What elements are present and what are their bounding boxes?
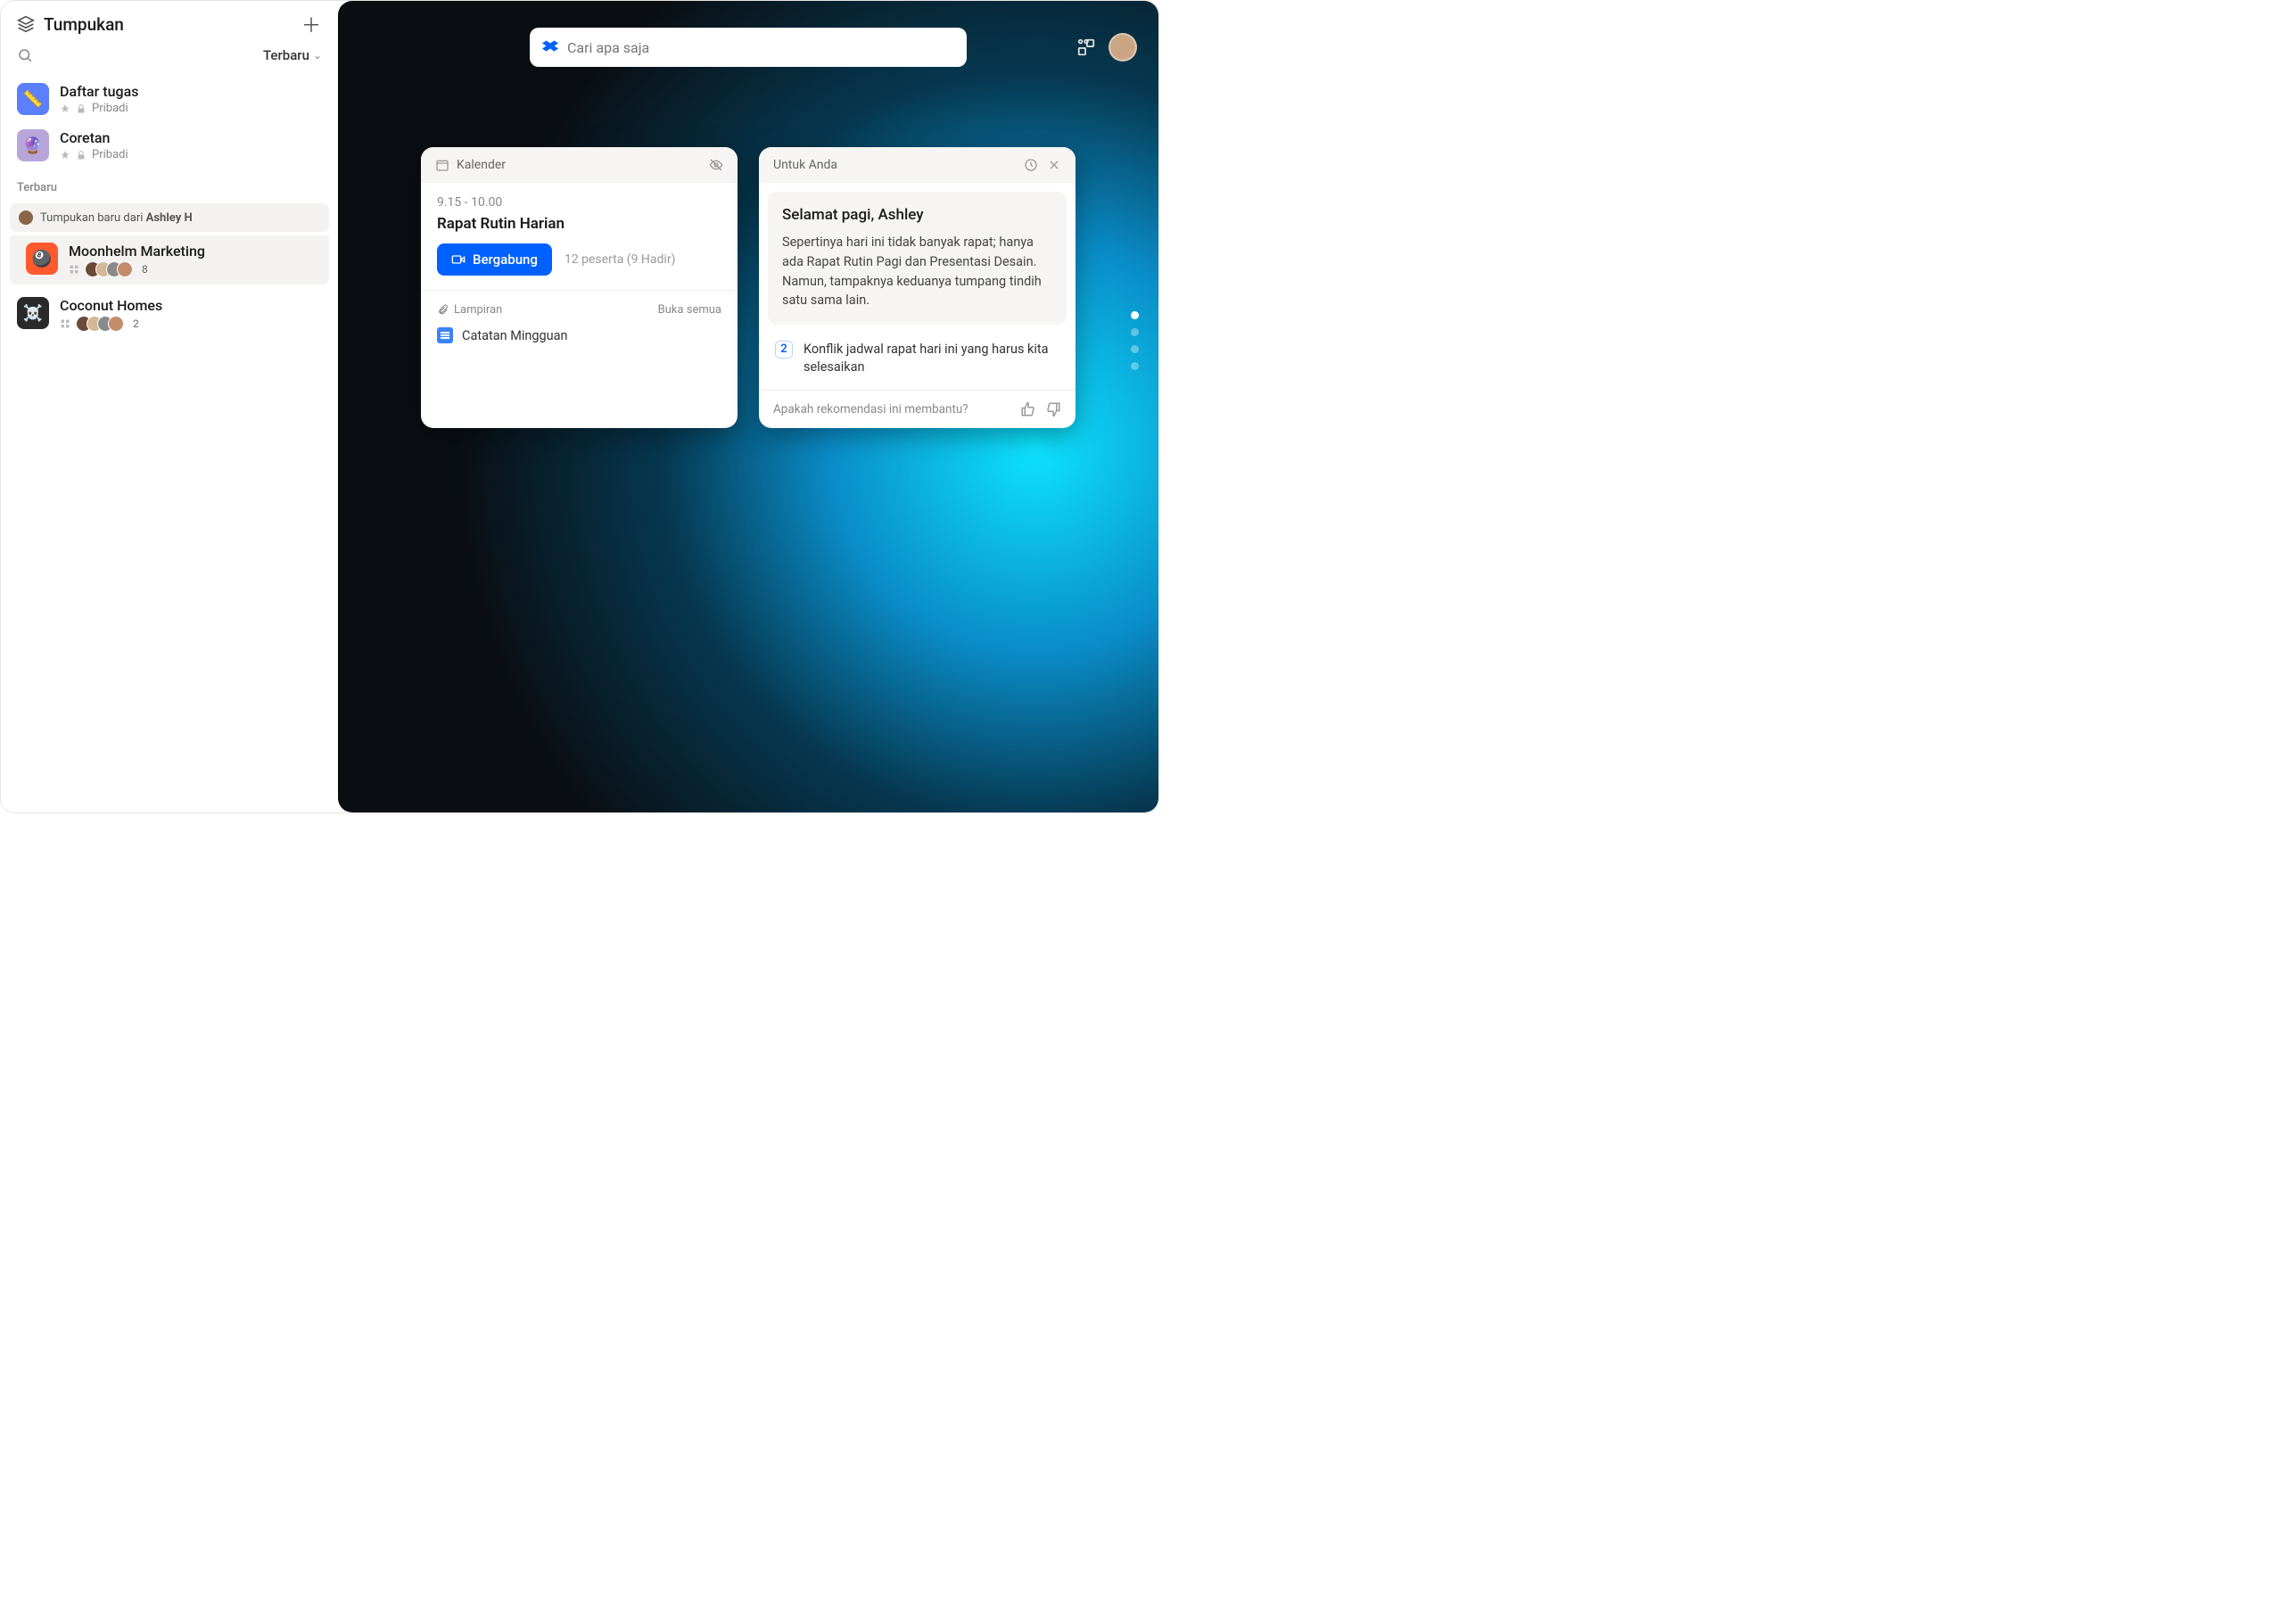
member-avatars bbox=[85, 261, 133, 277]
sidebar-search-icon[interactable] bbox=[17, 47, 33, 63]
thumbs-up-icon[interactable] bbox=[1020, 401, 1036, 417]
count-badge: 2 bbox=[775, 341, 793, 359]
sidebar-item-daftar-tugas[interactable]: 📏 Daftar tugas Pribadi bbox=[1, 76, 338, 122]
sidebar-item-title: Coconut Homes bbox=[60, 297, 162, 314]
app-logo-icon bbox=[542, 39, 558, 55]
lock-icon bbox=[76, 150, 87, 161]
thumbs-down-icon[interactable] bbox=[1045, 401, 1061, 417]
stack-icon bbox=[17, 15, 35, 33]
attachment-item[interactable]: Catatan Mingguan bbox=[437, 324, 721, 347]
grid-icon bbox=[60, 318, 70, 329]
greeting-title: Selamat pagi, Ashley bbox=[782, 206, 1052, 224]
grid-icon bbox=[69, 264, 79, 275]
sidebar-item-moonhelm[interactable]: 🎱 Moonhelm Marketing 8 bbox=[10, 235, 329, 284]
privacy-label: Pribadi bbox=[92, 102, 128, 115]
video-icon bbox=[451, 252, 466, 267]
document-icon bbox=[437, 327, 453, 343]
dot-3[interactable] bbox=[1131, 345, 1139, 353]
recommendation-item[interactable]: 2 Konflik jadwal rapat hari ini yang har… bbox=[759, 334, 1076, 390]
calendar-icon bbox=[435, 158, 449, 172]
dot-2[interactable] bbox=[1131, 328, 1139, 336]
sidebar-section-label: Terbaru bbox=[1, 169, 338, 200]
emoji-icon: ☠️ bbox=[17, 297, 49, 329]
close-icon[interactable] bbox=[1047, 158, 1061, 172]
sidebar-title: Tumpukan bbox=[44, 14, 124, 35]
add-stack-button[interactable]: ＋ bbox=[301, 13, 322, 35]
new-stack-banner[interactable]: Tumpukan baru dari Ashley H bbox=[10, 203, 329, 232]
for-you-card: Untuk Anda Selamat pagi, Ashley Sepertin… bbox=[759, 147, 1076, 428]
lock-icon bbox=[76, 103, 87, 114]
apps-grid-icon[interactable] bbox=[1076, 37, 1096, 57]
eye-off-icon[interactable] bbox=[709, 158, 723, 172]
open-all-link[interactable]: Buka semua bbox=[658, 303, 721, 317]
card-title: Kalender bbox=[457, 158, 506, 172]
privacy-label: Pribadi bbox=[92, 148, 128, 161]
member-count: 2 bbox=[133, 317, 139, 330]
sidebar-item-coretan[interactable]: 🔮 Coretan Pribadi bbox=[1, 122, 338, 169]
greeting-text: Sepertinya hari ini tidak banyak rapat; … bbox=[782, 233, 1052, 310]
pin-icon bbox=[60, 103, 70, 114]
author-avatar bbox=[19, 210, 33, 225]
join-label: Bergabung bbox=[473, 251, 538, 268]
sidebar: Tumpukan ＋ Terbaru ⌄ 📏 Daftar tugas Prib… bbox=[1, 1, 338, 812]
event-title: Rapat Rutin Harian bbox=[437, 215, 721, 233]
sidebar-item-title: Coretan bbox=[60, 129, 128, 146]
join-button[interactable]: Bergabung bbox=[437, 243, 552, 276]
sort-dropdown[interactable]: Terbaru ⌄ bbox=[263, 47, 322, 63]
page-dots[interactable] bbox=[1131, 311, 1139, 370]
banner-text: Tumpukan baru dari Ashley H bbox=[40, 211, 193, 225]
feedback-question: Apakah rekomendasi ini membantu? bbox=[773, 402, 968, 416]
user-avatar[interactable] bbox=[1109, 33, 1137, 62]
search-box[interactable] bbox=[530, 28, 967, 67]
attachment-name: Catatan Mingguan bbox=[462, 328, 568, 343]
attendee-count: 12 peserta (9 Hadir) bbox=[565, 252, 676, 267]
paperclip-icon bbox=[437, 304, 449, 316]
sidebar-item-title: Moonhelm Marketing bbox=[69, 243, 205, 260]
calendar-card: Kalender 9.15 - 10.00 Rapat Rutin Harian… bbox=[421, 147, 738, 428]
dot-1[interactable] bbox=[1131, 311, 1139, 319]
chevron-down-icon: ⌄ bbox=[313, 49, 322, 62]
member-avatars bbox=[76, 316, 124, 332]
sidebar-item-title: Daftar tugas bbox=[60, 83, 138, 100]
clock-icon[interactable] bbox=[1024, 158, 1038, 172]
emoji-icon: 📏 bbox=[17, 83, 49, 115]
sort-label: Terbaru bbox=[263, 47, 309, 63]
card-title: Untuk Anda bbox=[773, 158, 837, 172]
member-count: 8 bbox=[142, 263, 148, 276]
emoji-icon: 🔮 bbox=[17, 129, 49, 161]
recommendation-text: Konflik jadwal rapat hari ini yang harus… bbox=[804, 341, 1059, 377]
emoji-icon: 🎱 bbox=[26, 243, 58, 275]
dot-4[interactable] bbox=[1131, 362, 1139, 370]
main-canvas: Kalender 9.15 - 10.00 Rapat Rutin Harian… bbox=[338, 1, 1158, 812]
search-input[interactable] bbox=[567, 39, 954, 56]
sidebar-item-coconut[interactable]: ☠️ Coconut Homes 2 bbox=[1, 290, 338, 339]
pin-icon bbox=[60, 150, 70, 161]
attachments-label: Lampiran bbox=[454, 303, 502, 317]
event-time: 9.15 - 10.00 bbox=[437, 195, 721, 210]
